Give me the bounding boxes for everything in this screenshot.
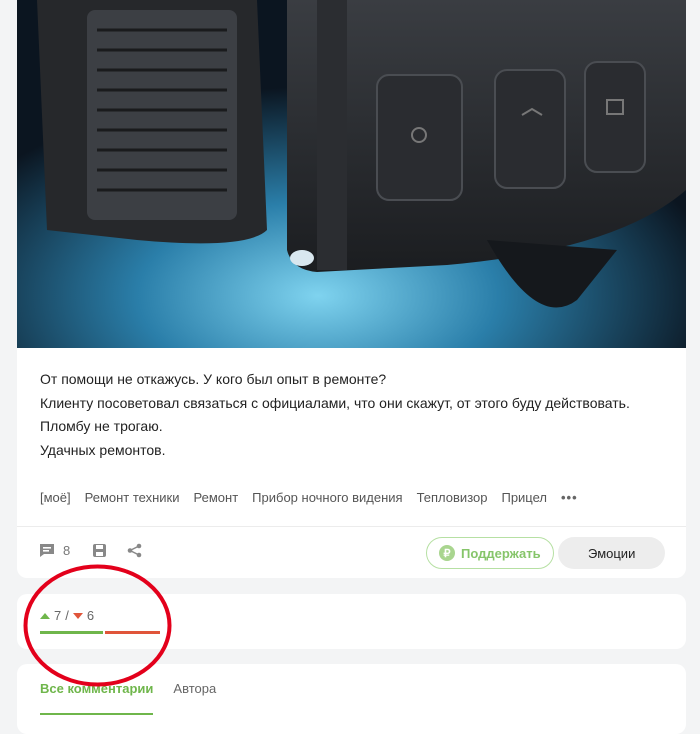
support-label: Поддержать [461, 545, 541, 561]
emotions-button[interactable]: Эмоции [558, 537, 666, 569]
tag-link[interactable]: Прицел [501, 490, 547, 505]
tab-author[interactable]: Автора [173, 681, 216, 715]
comments-count: 8 [63, 543, 71, 558]
upvote-arrow-icon[interactable] [40, 612, 50, 619]
post-body: От помощи не откажусь. У кого был опыт в… [40, 368, 630, 462]
tag-link[interactable]: Тепловизор [417, 490, 488, 505]
share-icon[interactable] [127, 543, 142, 558]
tag-link[interactable]: [моё] [40, 490, 71, 505]
post-text-line: Удачных ремонтов. [40, 441, 166, 458]
rating-bar-negative [105, 631, 160, 634]
tab-all-comments[interactable]: Все комментарии [40, 681, 154, 715]
post-photo[interactable] [17, 0, 686, 348]
night-vision-device-image [17, 0, 686, 348]
tag-link[interactable]: Прибор ночного видения [252, 490, 402, 505]
emotions-label: Эмоции [588, 545, 636, 561]
more-tags-button[interactable]: ••• [561, 490, 578, 505]
post-text-line: От помощи не откажусь. У кого был опыт в… [40, 371, 387, 387]
tag-link[interactable]: Ремонт техники [85, 490, 180, 505]
tag-list: [моё] Ремонт техники Ремонт Прибор ночно… [40, 490, 578, 505]
rating-separator: / [65, 608, 69, 623]
post-actions: 8 [39, 543, 142, 558]
post-card: От помощи не откажусь. У кого был опыт в… [17, 0, 686, 578]
divider [17, 526, 686, 527]
downvote-count: 6 [86, 608, 95, 623]
rating-bar [40, 631, 160, 634]
save-icon[interactable] [92, 543, 107, 558]
downvote-arrow-icon[interactable] [72, 612, 83, 619]
post-text-line: Пломбу не трогаю. [40, 418, 163, 434]
comment-icon [40, 544, 54, 557]
upvote-count: 7 [54, 608, 62, 623]
support-button[interactable]: ₽ Поддержать [426, 537, 554, 569]
rating-summary: 7 / 6 [40, 608, 94, 623]
comments-button[interactable]: 8 [39, 543, 70, 558]
post-text-line: Клиенту посоветовал связаться с официала… [40, 394, 630, 411]
rating-card: 7 / 6 [17, 594, 686, 649]
ruble-icon: ₽ [439, 545, 455, 561]
rating-bar-positive [40, 631, 103, 634]
tag-link[interactable]: Ремонт [194, 490, 239, 505]
comments-tabs: Все комментарии Автора [40, 681, 216, 715]
comments-card: Все комментарии Автора [17, 664, 686, 734]
